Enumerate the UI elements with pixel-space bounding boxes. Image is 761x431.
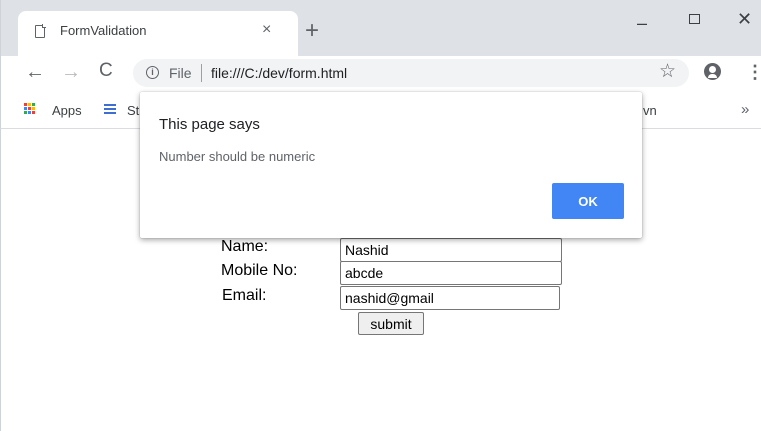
submit-button[interactable]: submit [358, 312, 424, 335]
apps-grid-icon[interactable] [24, 103, 36, 115]
dialog-title: This page says [159, 116, 260, 133]
ok-button[interactable]: OK [552, 183, 624, 219]
mobile-label: Mobile No: [221, 262, 298, 279]
url-text[interactable]: file:///C:/dev/form.html [211, 65, 347, 81]
minimize-icon[interactable]: – [637, 14, 647, 32]
email-input[interactable] [340, 286, 560, 310]
forward-arrow-icon[interactable]: → [61, 62, 81, 82]
name-input[interactable] [340, 238, 562, 262]
chip-divider [201, 64, 202, 82]
bookmark-item[interactable]: St [127, 103, 139, 118]
email-label: Email: [222, 287, 267, 304]
mobile-input[interactable] [340, 261, 562, 285]
security-chip[interactable]: File [169, 65, 192, 81]
reload-icon[interactable]: C [99, 61, 113, 81]
bookmark-apps[interactable]: Apps [52, 103, 82, 118]
tab-close-icon[interactable]: × [262, 22, 271, 38]
bookmark-stack-icon[interactable] [104, 104, 116, 116]
close-window-icon[interactable]: ✕ [737, 10, 752, 28]
more-bookmarks-icon[interactable]: » [741, 101, 749, 118]
document-icon [35, 24, 46, 38]
account-icon[interactable] [704, 63, 721, 80]
name-label: Name: [221, 238, 269, 255]
menu-icon[interactable]: ⋮ [746, 63, 761, 81]
dialog-message: Number should be numeric [159, 149, 316, 164]
maximize-icon[interactable] [689, 14, 700, 24]
new-tab-button[interactable]: + [305, 19, 319, 43]
info-icon[interactable]: i [146, 66, 159, 79]
tab-title: FormValidation [60, 23, 147, 38]
bookmark-item-2[interactable]: vn [643, 103, 657, 118]
bookmark-star-icon[interactable]: ☆ [659, 62, 676, 82]
back-arrow-icon[interactable]: ← [25, 62, 45, 82]
